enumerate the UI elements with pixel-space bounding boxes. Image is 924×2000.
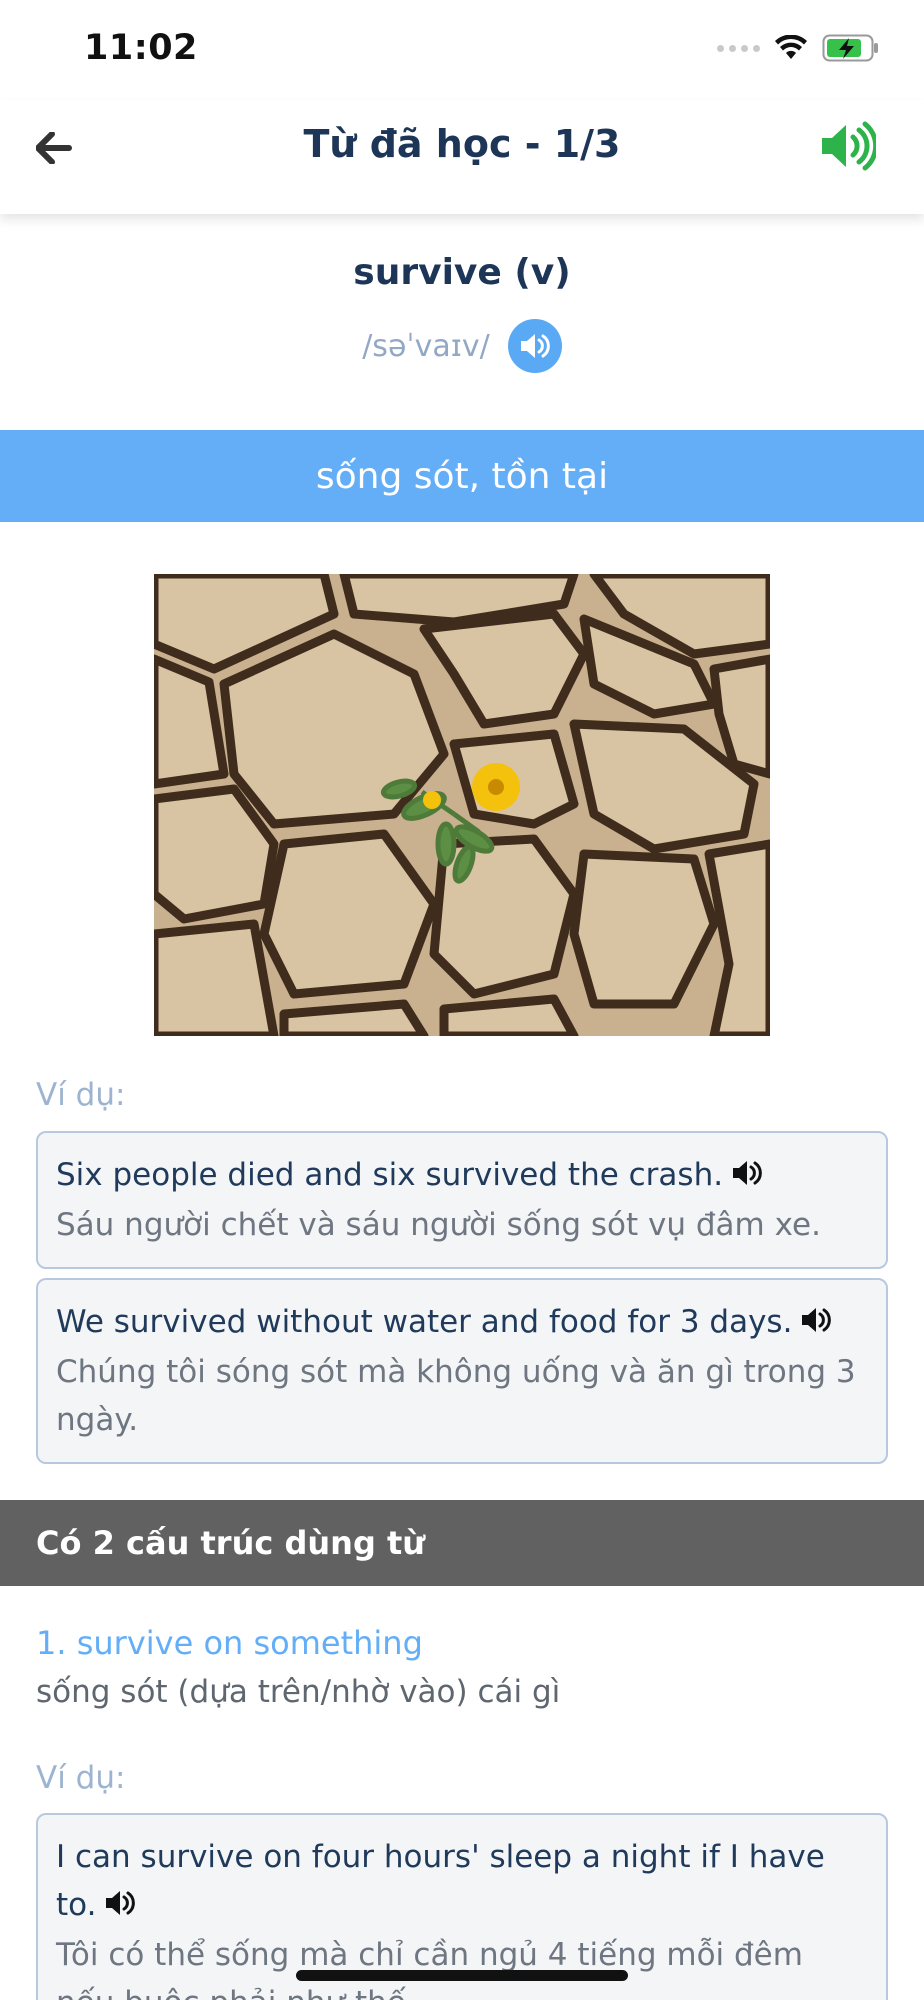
example-english-text: Six people died and six survived the cra… — [56, 1157, 724, 1193]
examples-label: Ví dụ: — [36, 1077, 126, 1113]
structure-examples-label: Ví dụ: — [36, 1760, 126, 1796]
speaker-icon — [520, 334, 550, 358]
example-card: We survived without water and food for 3… — [36, 1278, 888, 1464]
pronunciation-audio-button[interactable] — [507, 319, 562, 373]
example-vietnamese: Chúng tôi sóng sót mà không uống và ăn g… — [56, 1353, 856, 1438]
speaker-button[interactable] — [820, 120, 879, 172]
home-indicator[interactable] — [296, 1970, 628, 1981]
page-title: Từ đã học - 1/3 — [303, 122, 621, 166]
word-illustration-image — [154, 574, 770, 1036]
speaker-icon — [733, 1160, 762, 1185]
example-card: Six people died and six survived the cra… — [36, 1131, 888, 1269]
status-icons — [717, 34, 880, 62]
wifi-icon — [775, 35, 807, 59]
cellular-signal-icon — [717, 44, 760, 52]
phonetic-row: /səˈvaɪv/ — [0, 318, 924, 374]
speaker-icon — [106, 1890, 136, 1915]
phonetic-text: /səˈvaɪv/ — [362, 328, 490, 364]
example-english: I can survive on four hours' sleep a nig… — [56, 1833, 868, 1931]
nav-bar: Từ đã học - 1/3 — [0, 100, 924, 214]
meaning-text: sống sót, tồn tại — [315, 455, 609, 497]
status-bar: 11:02 — [0, 0, 924, 100]
example-vietnamese: Sáu người chết và sáu người sống sót vụ … — [56, 1206, 821, 1243]
example-audio-button[interactable] — [800, 1300, 834, 1348]
example-english-text: I can survive on four hours' sleep a nig… — [56, 1839, 825, 1923]
example-english: Six people died and six survived the cra… — [56, 1151, 868, 1201]
structures-header-text: Có 2 cấu trúc dùng từ — [36, 1524, 426, 1562]
structures-header: Có 2 cấu trúc dùng từ — [0, 1500, 924, 1586]
example-vietnamese: Tôi có thể sống mà chỉ cần ngủ 4 tiếng m… — [56, 1936, 803, 2000]
structure-meaning: sống sót (dựa trên/nhờ vào) cái gì — [36, 1674, 561, 1710]
word-card: survive (v) /səˈvaɪv/ — [0, 214, 924, 430]
structure-title: 1. survive on something — [36, 1624, 423, 1662]
word-title: survive (v) — [353, 252, 571, 293]
example-english: We survived without water and food for 3… — [56, 1298, 868, 1348]
example-audio-button[interactable] — [731, 1153, 765, 1201]
status-time: 11:02 — [84, 28, 198, 68]
speaker-icon — [802, 1307, 832, 1332]
example-english-text: We survived without water and food for 3… — [56, 1304, 793, 1340]
meaning-banner: sống sót, tồn tại — [0, 430, 924, 522]
battery-charging-icon — [822, 34, 878, 62]
example-audio-button[interactable] — [104, 1883, 138, 1931]
speaker-volume-icon — [822, 121, 879, 171]
